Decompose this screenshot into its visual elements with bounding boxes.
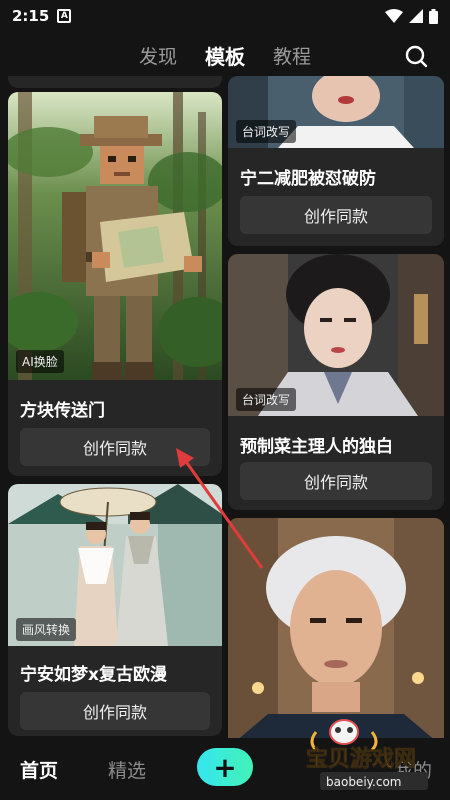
search-icon[interactable] [404,44,428,68]
template-card[interactable]: 台词改写 宁二减肥被怼破防 创作同款 [228,76,444,246]
pixel-explorer-image [8,92,222,380]
template-card[interactable] [228,518,444,748]
wifi-icon [385,9,403,23]
nav-featured[interactable]: 精选 [108,756,146,783]
status-time: 2:15 [12,7,50,25]
nav-home[interactable]: 首页 [20,756,58,783]
create-same-button[interactable]: 创作同款 [20,692,210,730]
watermark-title: 宝贝游戏网 [306,746,416,772]
status-icons [385,8,438,24]
template-card[interactable]: 台词改写 预制菜主理人的独白 创作同款 [228,254,444,510]
watermark-logo: 宝贝游戏网 baobeiy.com [306,719,428,790]
template-card-partial[interactable] [8,76,222,88]
signal-icon [409,9,423,23]
template-badge: AI换脸 [16,350,64,373]
template-card[interactable]: AI换脸 方块传送门 创作同款 [8,92,222,476]
template-badge: 画风转换 [16,618,77,641]
create-same-button[interactable]: 创作同款 [20,428,210,466]
template-title: 预制菜主理人的独白 [240,437,393,457]
template-title: 方块传送门 [20,401,105,421]
tab-templates[interactable]: 模板 [205,41,245,70]
portrait-white-hair-man-image [228,518,444,748]
create-plus-button[interactable]: + [197,748,253,786]
template-title: 宁二减肥被怼破防 [240,169,376,189]
top-tab-bar: 发现 模板 教程 [0,34,450,76]
template-thumbnail[interactable]: 台词改写 [228,254,444,416]
watermark-url: baobeiy.com [326,775,401,789]
tab-discover[interactable]: 发现 [139,42,177,69]
template-thumbnail[interactable]: 画风转换 [8,484,222,646]
template-badge: 台词改写 [236,388,297,411]
create-same-button[interactable]: 创作同款 [240,462,432,500]
template-thumbnail[interactable]: 台词改写 [228,76,444,148]
sim-indicator-icon: A [57,9,72,23]
template-card[interactable]: 画风转换 宁安如梦x复古欧漫 创作同款 [8,484,222,736]
template-thumbnail[interactable]: AI换脸 [8,92,222,380]
create-same-button[interactable]: 创作同款 [240,196,432,234]
template-thumbnail[interactable] [228,518,444,748]
template-badge: 台词改写 [236,120,297,143]
status-bar: 2:15 A [0,0,450,32]
battery-icon [429,8,438,24]
template-title: 宁安如梦x复古欧漫 [20,665,167,685]
tab-tutorials[interactable]: 教程 [273,42,311,69]
